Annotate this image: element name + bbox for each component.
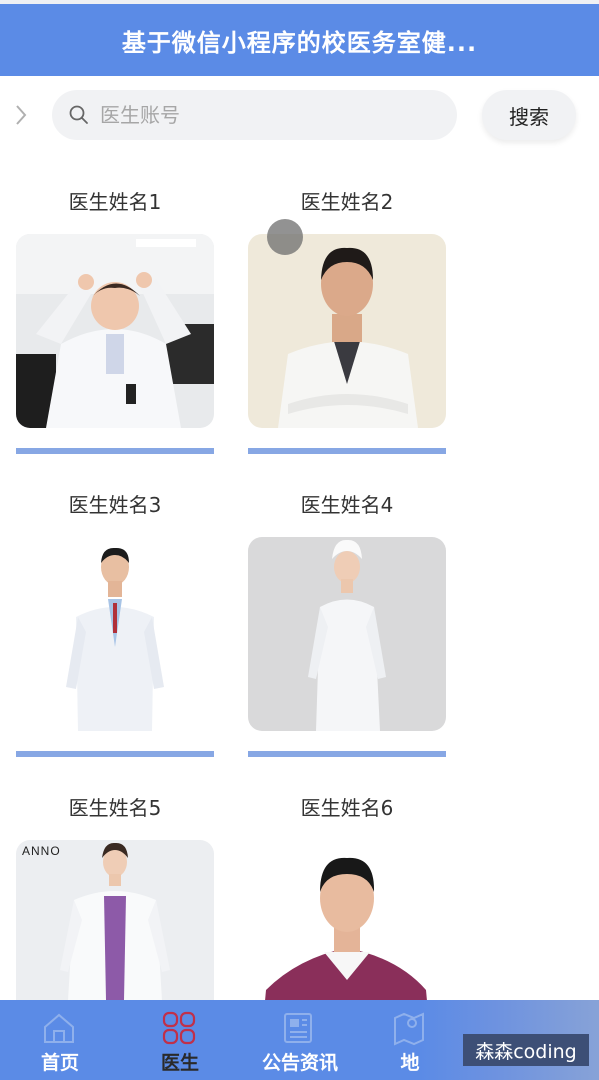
doctor-name: 医生姓名4 bbox=[300, 493, 394, 517]
search-button[interactable]: 搜索 bbox=[482, 90, 576, 140]
doctor-name: 医生姓名6 bbox=[300, 796, 394, 820]
app-header: 基于微信小程序的校医务室健... bbox=[0, 4, 599, 76]
card-divider bbox=[16, 751, 214, 757]
doctor-photo[interactable] bbox=[16, 537, 214, 731]
drag-handle[interactable] bbox=[267, 219, 303, 255]
search-bar: 搜索 bbox=[0, 90, 599, 140]
tab-label: 首页 bbox=[40, 1052, 79, 1074]
doctor-name: 医生姓名1 bbox=[68, 190, 162, 214]
search-box[interactable] bbox=[52, 90, 457, 140]
doctor-name: 医生姓名5 bbox=[68, 796, 162, 820]
card-divider bbox=[248, 448, 446, 454]
search-input[interactable] bbox=[98, 102, 442, 128]
tab-home[interactable]: 首页 bbox=[0, 1000, 120, 1080]
news-icon bbox=[284, 1013, 312, 1043]
tab-news[interactable]: 公告资讯 bbox=[240, 1000, 360, 1080]
tab-doctor[interactable]: 医生 bbox=[120, 1000, 240, 1080]
doctor-photo[interactable] bbox=[248, 537, 446, 731]
watermark: 森森coding bbox=[463, 1034, 589, 1066]
card-divider bbox=[16, 448, 214, 454]
page-title: 基于微信小程序的校医务室健... bbox=[121, 28, 478, 57]
doctor-name: 医生姓名3 bbox=[68, 493, 162, 517]
tab-label: 公告资讯 bbox=[261, 1052, 338, 1074]
tab-label: 医生 bbox=[160, 1052, 199, 1074]
search-icon bbox=[69, 105, 88, 124]
doctor-name: 医生姓名2 bbox=[300, 190, 394, 214]
card-divider bbox=[248, 751, 446, 757]
doctor-photo[interactable] bbox=[248, 234, 446, 428]
chevron-left-icon[interactable] bbox=[12, 102, 30, 128]
doctor-icon bbox=[162, 1011, 196, 1045]
photo-logo: ANNO bbox=[22, 844, 61, 858]
doctor-photo[interactable] bbox=[16, 234, 214, 428]
home-icon bbox=[44, 1013, 74, 1043]
